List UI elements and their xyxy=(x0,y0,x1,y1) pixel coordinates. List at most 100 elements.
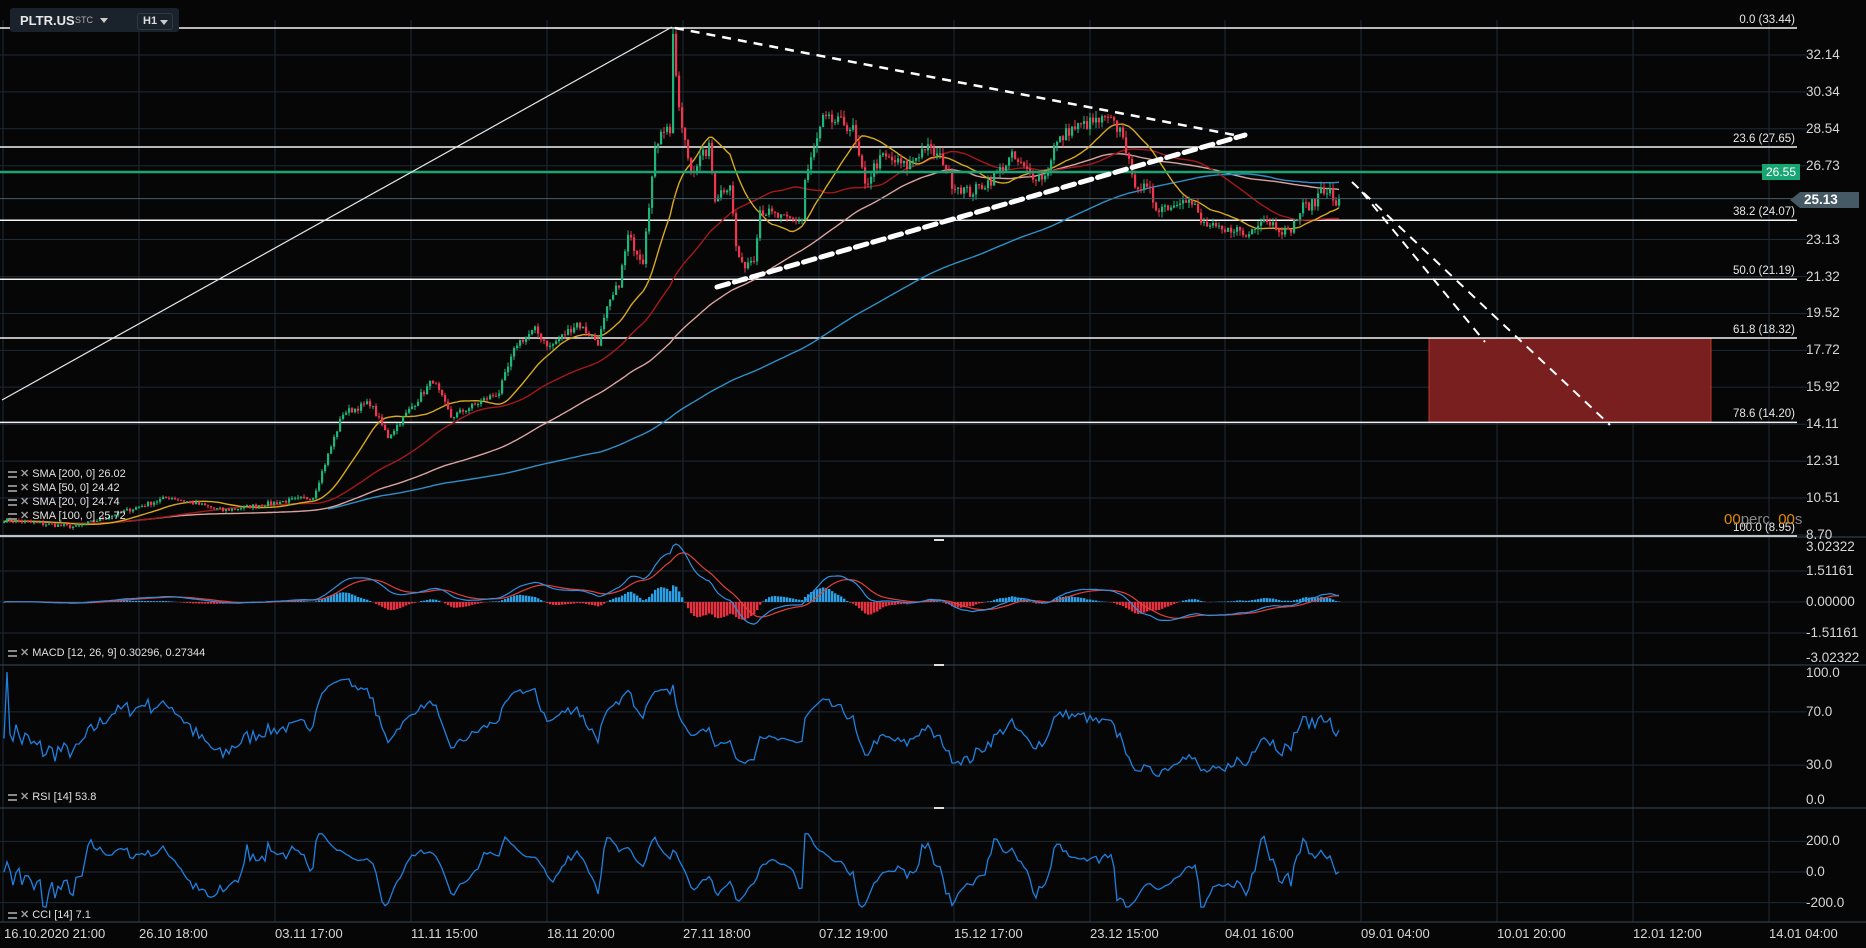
candle-body xyxy=(45,524,48,526)
sma200-line xyxy=(327,173,1340,510)
candle-body xyxy=(564,334,567,336)
candle-body xyxy=(267,501,270,507)
time-axis-label: 26.10 18:00 xyxy=(139,926,208,941)
candle-body xyxy=(186,501,189,503)
macd-histogram-bar xyxy=(138,600,141,602)
candle-body xyxy=(1227,227,1230,232)
macd-histogram-bar xyxy=(1200,600,1203,602)
candle-body xyxy=(1035,179,1038,181)
time-axis-label: 07.12 19:00 xyxy=(819,926,888,941)
cci-axis-label: 200.0 xyxy=(1806,833,1840,849)
candle-body xyxy=(261,505,264,507)
close-icon[interactable]: ✕ xyxy=(20,646,29,660)
close-icon[interactable]: ✕ xyxy=(20,481,29,495)
close-icon[interactable]: ✕ xyxy=(20,509,29,523)
macd-histogram-bar xyxy=(801,599,804,602)
candle-body xyxy=(351,408,354,413)
candle-body xyxy=(1149,186,1152,188)
settings-icon[interactable] xyxy=(8,793,17,801)
candle-body xyxy=(1155,202,1158,211)
candle-body xyxy=(291,498,294,500)
settings-icon[interactable] xyxy=(8,649,17,657)
candle-body xyxy=(234,508,237,510)
macd-histogram-bar xyxy=(645,599,648,602)
pane-resize-handle[interactable] xyxy=(934,539,944,541)
chart-canvas[interactable] xyxy=(0,0,1866,948)
macd-histogram-bar xyxy=(1137,602,1140,614)
candle-body xyxy=(555,341,558,345)
price-axis-label: 23.13 xyxy=(1806,231,1840,247)
macd-histogram-bar xyxy=(666,588,669,602)
close-icon[interactable]: ✕ xyxy=(20,467,29,481)
macd-histogram-bar xyxy=(1032,602,1035,603)
macd-histogram-bar xyxy=(189,602,192,604)
candle-body xyxy=(1263,220,1266,222)
settings-icon[interactable] xyxy=(8,470,17,478)
settings-icon[interactable] xyxy=(8,512,17,520)
candle-body xyxy=(258,505,261,508)
close-icon[interactable]: ✕ xyxy=(20,790,29,804)
pane-resize-handle[interactable] xyxy=(934,807,944,809)
macd-histogram-bar xyxy=(1296,599,1299,602)
macd-histogram-bar xyxy=(375,602,378,604)
candle-body xyxy=(576,322,579,328)
macd-histogram-bar xyxy=(759,602,762,605)
legend-text: CCI [14] 7.1 xyxy=(32,909,91,921)
candle-body xyxy=(1269,222,1272,226)
candle-body xyxy=(1281,232,1284,235)
candle-body xyxy=(540,333,543,340)
countdown-value: 00 xyxy=(1724,511,1741,528)
candle-body xyxy=(1050,160,1053,170)
symbol-label[interactable]: PLTR.US xyxy=(20,13,75,28)
macd-histogram-bar xyxy=(966,602,969,607)
macd-histogram-bar xyxy=(429,599,432,602)
macd-histogram-bar xyxy=(333,594,336,602)
chevron-down-icon[interactable] xyxy=(100,18,108,23)
candle-body xyxy=(519,339,522,346)
close-icon[interactable]: ✕ xyxy=(20,908,29,922)
candle-body xyxy=(792,217,795,219)
macd-histogram-bar xyxy=(939,601,942,602)
candle-body xyxy=(741,257,744,262)
timeframe-selector[interactable]: H1 xyxy=(137,13,173,30)
candle-body xyxy=(1200,212,1203,223)
current-price-tag: 25.13 xyxy=(1800,192,1859,208)
candle-body xyxy=(432,380,435,384)
settings-icon[interactable] xyxy=(8,911,17,919)
pane-resize-handle[interactable] xyxy=(934,664,944,666)
candle-body xyxy=(177,499,180,501)
candle-body xyxy=(684,127,687,141)
candle-body xyxy=(1077,123,1080,130)
candle-body xyxy=(1002,167,1005,172)
macd-histogram-bar xyxy=(1245,600,1248,602)
macd-histogram-bar xyxy=(399,602,402,609)
macd-histogram-bar xyxy=(1329,598,1332,602)
candle-body xyxy=(1293,219,1296,233)
close-icon[interactable]: ✕ xyxy=(20,495,29,509)
candle-body xyxy=(1026,166,1029,169)
macd-histogram-bar xyxy=(726,602,729,616)
symbol-selector[interactable]: PLTR.US STC H1 xyxy=(10,8,179,32)
macd-histogram-bar xyxy=(1257,599,1260,602)
candle-body xyxy=(414,405,417,407)
candle-body xyxy=(477,404,480,406)
macd-histogram-bar xyxy=(651,593,654,602)
macd-histogram-bar xyxy=(402,602,405,607)
candle-body xyxy=(1059,136,1062,142)
macd-histogram-bar xyxy=(597,602,600,607)
macd-histogram-bar xyxy=(471,602,474,605)
settings-icon[interactable] xyxy=(8,498,17,506)
macd-histogram-bar xyxy=(558,602,561,606)
macd-histogram-bar xyxy=(351,594,354,602)
macd-histogram-bar xyxy=(1278,600,1281,602)
candle-body xyxy=(1191,199,1194,205)
alert-price-tag: 26.55 xyxy=(1762,164,1801,180)
macd-histogram-bar xyxy=(627,592,630,602)
fib-level-label: 23.6 (27.65) xyxy=(1732,132,1795,145)
macd-histogram-bar xyxy=(420,601,423,602)
candle-body xyxy=(1176,204,1179,206)
candle-body xyxy=(630,234,633,238)
settings-icon[interactable] xyxy=(8,484,17,492)
candle-body xyxy=(882,153,885,156)
macd-histogram-bar xyxy=(1161,602,1164,609)
